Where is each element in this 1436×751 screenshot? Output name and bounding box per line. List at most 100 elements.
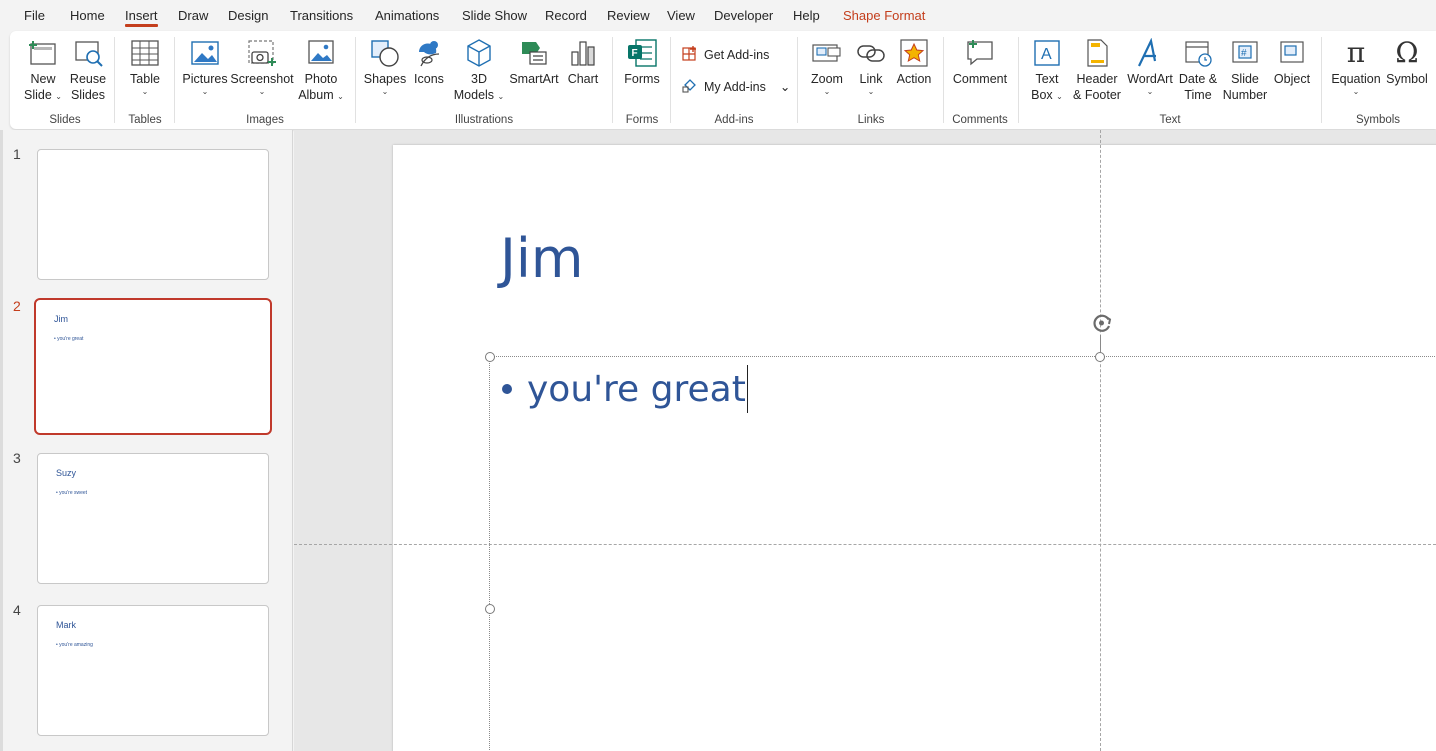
- reuse-slides-icon: [70, 37, 106, 69]
- add-ins-icon: [682, 77, 698, 96]
- group-label-forms: Forms: [625, 114, 659, 126]
- tab-insert[interactable]: Insert: [125, 0, 158, 30]
- 3d-models-label-2: Models ⌄: [454, 87, 504, 103]
- group-label-slides: Slides: [49, 114, 81, 126]
- chevron-down-icon: ⌄: [381, 87, 389, 96]
- screenshot-button[interactable]: Screenshot ⌄: [230, 37, 294, 97]
- new-slide-button[interactable]: New Slide ⌄: [24, 37, 62, 103]
- slide-thumbnails-pane: 1 2 Jim • you're great 3 Suzy • you're s…: [0, 130, 293, 751]
- text-box-label-2-text: Box: [1031, 88, 1053, 102]
- bullet-text[interactable]: you're great: [527, 369, 746, 410]
- tab-developer[interactable]: Developer: [714, 0, 773, 30]
- header-footer-button[interactable]: Header & Footer: [1072, 37, 1122, 103]
- symbol-button[interactable]: Ω Symbol: [1386, 37, 1428, 87]
- tab-record[interactable]: Record: [545, 0, 587, 30]
- tab-animations[interactable]: Animations: [375, 0, 439, 30]
- slide-editing-canvas[interactable]: Jim you're great: [294, 130, 1436, 751]
- icons-button[interactable]: Icons: [410, 37, 448, 87]
- text-cursor: [746, 365, 749, 413]
- smartart-button[interactable]: SmartArt: [508, 37, 560, 87]
- rotate-handle-stem: [1100, 335, 1101, 352]
- header-footer-icon: [1079, 37, 1115, 69]
- 3d-models-label-2-text: Models: [453, 88, 495, 102]
- get-add-ins-button[interactable]: Get Add-ins: [682, 45, 769, 64]
- table-label: Table: [130, 72, 160, 86]
- slide-thumbnail-2[interactable]: Jim • you're great: [34, 298, 272, 435]
- symbol-label: Symbol: [1386, 72, 1428, 86]
- bullet-paragraph[interactable]: you're great: [502, 365, 749, 413]
- photo-label-2-text: Album: [298, 88, 334, 102]
- forms-button[interactable]: F Forms: [622, 37, 662, 87]
- tab-shape-format[interactable]: Shape Format: [843, 0, 925, 30]
- photo-label-1: Photo: [304, 72, 338, 86]
- thumbnail-title: Mark: [56, 620, 76, 630]
- tab-help[interactable]: Help: [793, 0, 820, 30]
- reuse-slides-button[interactable]: Reuse Slides: [68, 37, 108, 103]
- action-button[interactable]: Action: [894, 37, 934, 87]
- tab-draw[interactable]: Draw: [178, 0, 208, 30]
- store-icon: [682, 45, 698, 64]
- chart-button[interactable]: Chart: [564, 37, 602, 87]
- slide-title[interactable]: Jim: [500, 227, 584, 290]
- equation-button[interactable]: π Equation ⌄: [1330, 37, 1382, 97]
- slide[interactable]: Jim you're great: [393, 145, 1436, 751]
- slide-number-button[interactable]: # Slide Number: [1222, 37, 1268, 103]
- table-button[interactable]: Table ⌄: [126, 37, 164, 97]
- chevron-down-icon: ⌄: [1056, 92, 1063, 101]
- pi-icon: π: [1346, 36, 1366, 69]
- resize-handle-top-center[interactable]: [1095, 352, 1105, 362]
- tab-review[interactable]: Review: [607, 0, 650, 30]
- icons-icon: [411, 37, 447, 69]
- wordart-button[interactable]: WordArt ⌄: [1126, 37, 1174, 97]
- chevron-down-icon: ⌄: [258, 87, 266, 96]
- tab-transitions[interactable]: Transitions: [290, 0, 353, 30]
- tab-design[interactable]: Design: [228, 0, 268, 30]
- star-icon: [896, 37, 932, 69]
- 3d-models-button[interactable]: 3D Models ⌄: [454, 37, 504, 103]
- thumbnail-bullet: • you're great: [54, 336, 84, 342]
- text-box-label-2: Box ⌄: [1031, 87, 1063, 103]
- date-time-button[interactable]: Date & Time: [1176, 37, 1220, 103]
- pictures-icon: [187, 37, 223, 69]
- text-box-label-1: Text: [1035, 72, 1059, 86]
- slide-number: 2: [13, 298, 21, 314]
- text-box-button[interactable]: A Text Box ⌄: [1028, 37, 1066, 103]
- resize-handle-middle-left[interactable]: [485, 604, 495, 614]
- slide-thumbnail-1[interactable]: [37, 149, 269, 280]
- group-label-tables: Tables: [128, 114, 162, 126]
- group-separator: [114, 37, 115, 123]
- slide-number: 4: [13, 602, 21, 618]
- smartart-label: SmartArt: [509, 72, 559, 86]
- object-button[interactable]: Object: [1272, 37, 1312, 87]
- thumbnail-bullet: • you're sweet: [56, 490, 88, 496]
- content-placeholder[interactable]: you're great: [489, 356, 1436, 751]
- tab-slide-show[interactable]: Slide Show: [462, 0, 527, 30]
- rotate-handle-icon[interactable]: [1090, 311, 1114, 335]
- tab-view[interactable]: View: [667, 0, 695, 30]
- slide-thumbnail-4[interactable]: Mark • you're amazing: [37, 605, 269, 736]
- my-add-ins-button[interactable]: My Add-ins ⌄: [682, 77, 790, 96]
- chevron-down-icon: ⌄: [497, 92, 505, 101]
- slide-number-label-1: Slide: [1231, 72, 1259, 86]
- zoom-button[interactable]: Zoom ⌄: [807, 37, 847, 97]
- photo-album-button[interactable]: Photo Album ⌄: [296, 37, 346, 103]
- bullet-icon: [502, 384, 512, 394]
- forms-icon: F: [624, 37, 660, 69]
- shapes-button[interactable]: Shapes ⌄: [364, 37, 406, 97]
- 3d-models-label-1: 3D: [471, 72, 487, 86]
- wordart-icon: [1132, 37, 1168, 69]
- tab-home[interactable]: Home: [70, 0, 105, 30]
- link-icon: [853, 37, 889, 69]
- ribbon: New Slide ⌄ Reuse Slides Slides Table ⌄ …: [10, 31, 1436, 129]
- comment-label: Comment: [952, 72, 1008, 86]
- pictures-button[interactable]: Pictures ⌄: [182, 37, 228, 97]
- comment-icon: [962, 37, 998, 69]
- link-button[interactable]: Link ⌄: [852, 37, 890, 97]
- comment-button[interactable]: Comment: [951, 37, 1009, 87]
- group-separator: [1018, 37, 1019, 123]
- chevron-down-icon: ⌄: [823, 87, 831, 96]
- tab-file[interactable]: File: [24, 0, 45, 30]
- slide-thumbnail-3[interactable]: Suzy • you're sweet: [37, 453, 269, 584]
- resize-handle-top-left[interactable]: [485, 352, 495, 362]
- group-label-comments: Comments: [952, 114, 1008, 126]
